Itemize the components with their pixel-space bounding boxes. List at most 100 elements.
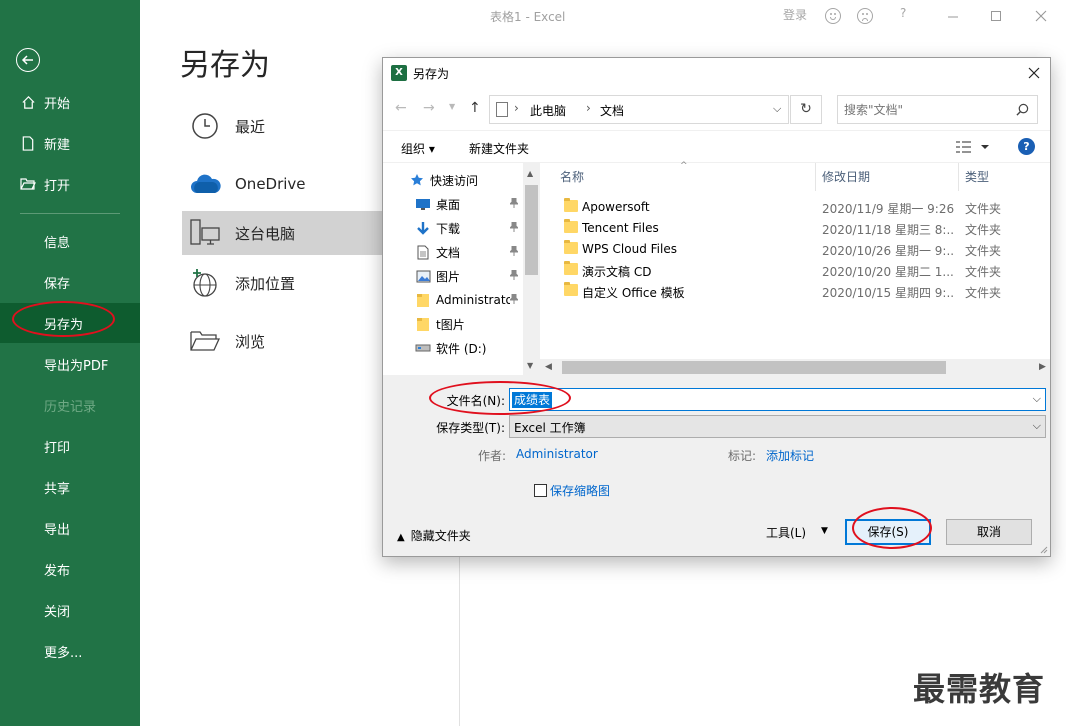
recent-locations-chevron-icon[interactable]: ▼ [449, 102, 455, 111]
tree-item-administrator[interactable]: Administrator [383, 288, 523, 312]
save-thumbnail-label[interactable]: 保存缩略图 [550, 482, 610, 499]
pin-icon[interactable] [510, 270, 518, 280]
location-browse[interactable]: 浏览 [182, 319, 392, 363]
nav-item-close[interactable]: 关闭 [0, 590, 140, 630]
save-thumbnail-checkbox[interactable] [534, 484, 547, 497]
tree-item-downloads[interactable]: 下载 [383, 216, 523, 240]
cancel-button[interactable]: 取消 [946, 519, 1032, 545]
pin-icon[interactable] [510, 294, 518, 304]
star-icon [409, 172, 425, 188]
frown-feedback-icon[interactable] [857, 8, 873, 24]
search-input[interactable] [844, 101, 1009, 119]
address-dropdown-icon[interactable]: ⌵ [773, 102, 781, 116]
minimize-icon[interactable] [945, 8, 961, 24]
help-icon[interactable]: ? [1018, 138, 1035, 155]
smile-feedback-icon[interactable] [825, 8, 841, 24]
scroll-left-icon[interactable]: ◀ [545, 362, 552, 372]
nav-item-new[interactable]: 新建 [0, 123, 140, 163]
nav-item-save[interactable]: 保存 [0, 262, 140, 302]
close-window-icon[interactable] [1033, 8, 1049, 24]
pin-icon[interactable] [510, 246, 518, 256]
resize-grip-icon[interactable] [1038, 544, 1048, 554]
refresh-icon: ↻ [800, 101, 812, 117]
column-header-type[interactable]: 类型 [959, 163, 1049, 191]
scroll-down-icon[interactable]: ▼ [527, 361, 533, 370]
breadcrumb-this-pc[interactable]: 此电脑 [530, 102, 566, 119]
file-type: 文件夹 [965, 202, 1002, 216]
table-row[interactable]: 演示文稿 CD 2020/10/20 星期二 1... 文件夹 [540, 260, 1050, 281]
file-date: 2020/10/15 星期四 9:... [822, 286, 954, 300]
location-this-pc[interactable]: 这台电脑 [182, 211, 392, 255]
nav-item-export[interactable]: 导出 [0, 508, 140, 548]
maximize-icon[interactable] [988, 8, 1004, 24]
location-onedrive[interactable]: OneDrive [182, 162, 392, 206]
nav-item-export-pdf[interactable]: 导出为PDF [0, 344, 140, 384]
filename-dropdown-icon[interactable]: ⌵ [1033, 392, 1041, 406]
tree-item-t-pictures[interactable]: t图片 [383, 312, 523, 336]
scroll-up-icon[interactable]: ▲ [527, 169, 533, 178]
scroll-thumb[interactable] [525, 185, 538, 275]
dialog-title: 另存为 [413, 67, 450, 81]
refresh-button[interactable]: ↻ [790, 95, 822, 124]
tree-item-desktop[interactable]: 桌面 [383, 192, 523, 216]
folder-icon [415, 292, 431, 308]
nav-item-share[interactable]: 共享 [0, 467, 140, 507]
back-icon[interactable]: ← [395, 100, 407, 116]
nav-item-publish[interactable]: 发布 [0, 549, 140, 589]
new-folder-button[interactable]: 新建文件夹 [469, 140, 529, 157]
tree-item-quick-access[interactable]: 快速访问 [383, 168, 523, 192]
nav-item-save-as[interactable]: 另存为 [0, 303, 140, 343]
filetype-select[interactable]: Excel 工作簿 ⌵ [509, 415, 1046, 438]
organize-menu[interactable]: 组织 ▾ [401, 140, 435, 157]
table-row[interactable]: Apowersoft 2020/11/9 星期一 9:26 文件夹 [540, 197, 1050, 218]
location-add-place[interactable]: 添加位置 [182, 261, 392, 305]
add-location-icon [188, 266, 222, 300]
list-horizontal-scrollbar[interactable]: ◀ ▶ [540, 359, 1050, 376]
pin-icon[interactable] [510, 222, 518, 232]
file-type: 文件夹 [965, 286, 1002, 300]
add-tags-link[interactable]: 添加标记 [766, 447, 814, 464]
table-row[interactable]: WPS Cloud Files 2020/10/26 星期一 9:... 文件夹 [540, 239, 1050, 260]
tree-item-pictures[interactable]: 图片 [383, 264, 523, 288]
dialog-close-icon[interactable] [1026, 65, 1042, 81]
nav-item-more[interactable]: 更多... [0, 631, 140, 671]
save-button[interactable]: 保存(S) [845, 519, 931, 545]
folder-icon [415, 316, 431, 332]
nav-item-label: 历史记录 [44, 399, 97, 415]
column-header-name[interactable]: 名称 [540, 163, 815, 191]
forward-icon[interactable]: → [423, 100, 435, 116]
search-box[interactable] [837, 95, 1038, 124]
filetype-dropdown-icon[interactable]: ⌵ [1033, 419, 1041, 433]
tree-item-label: 快速访问 [430, 173, 479, 188]
pin-icon[interactable] [510, 198, 518, 208]
column-header-date[interactable]: 修改日期 [816, 163, 958, 191]
scroll-right-icon[interactable]: ▶ [1039, 362, 1046, 372]
nav-item-open[interactable]: 打开 [0, 164, 140, 204]
nav-item-info[interactable]: 信息 [0, 221, 140, 261]
location-label: 浏览 [235, 332, 266, 351]
back-arrow-icon[interactable] [16, 48, 40, 72]
file-date: 2020/10/20 星期二 1... [822, 265, 954, 279]
scroll-thumb[interactable] [562, 361, 946, 374]
table-row[interactable]: Tencent Files 2020/11/18 星期三 8:... 文件夹 [540, 218, 1050, 239]
help-button[interactable]: ? [900, 6, 906, 20]
tree-item-drive-d[interactable]: 软件 (D:) [383, 336, 523, 360]
view-options-icon[interactable] [955, 139, 991, 155]
filename-input[interactable]: 成绩表 ⌵ [509, 388, 1046, 411]
up-folder-icon[interactable]: ↑ [469, 100, 481, 116]
hide-folders-toggle[interactable]: ▲ 隐藏文件夹 [397, 527, 471, 544]
breadcrumb-documents[interactable]: 文档 [600, 102, 624, 119]
author-value[interactable]: Administrator [516, 447, 598, 461]
nav-item-print[interactable]: 打印 [0, 426, 140, 466]
file-date: 2020/11/9 星期一 9:26 [822, 202, 954, 216]
tree-item-documents[interactable]: 文档 [383, 240, 523, 264]
login-link[interactable]: 登录 [783, 6, 807, 23]
tree-scrollbar[interactable]: ▲ ▼ [523, 163, 540, 375]
location-recent[interactable]: 最近 [182, 104, 392, 148]
address-bar[interactable]: › 此电脑 › 文档 ⌵ [489, 95, 789, 124]
nav-item-label: 保存 [44, 276, 71, 292]
nav-item-home[interactable]: 开始 [0, 82, 140, 122]
tools-menu[interactable]: 工具(L) ▼ [766, 524, 828, 541]
table-row[interactable]: 自定义 Office 模板 2020/10/15 星期四 9:... 文件夹 [540, 281, 1050, 302]
download-icon [415, 220, 431, 236]
